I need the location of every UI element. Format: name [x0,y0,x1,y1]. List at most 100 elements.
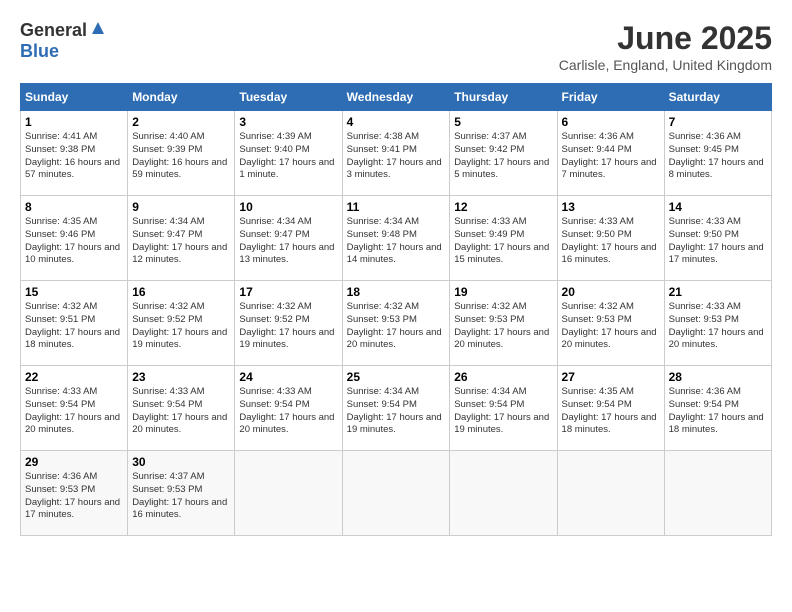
day-number: 27 [562,370,660,384]
day-number: 22 [25,370,123,384]
day-info: Sunrise: 4:33 AMSunset: 9:54 PMDaylight:… [25,386,123,437]
day-number: 28 [669,370,767,384]
day-number: 15 [25,285,123,299]
table-row: 30 Sunrise: 4:37 AMSunset: 9:53 PMDaylig… [128,451,235,536]
table-row: 28 Sunrise: 4:36 AMSunset: 9:54 PMDaylig… [664,366,771,451]
table-row [235,451,342,536]
day-number: 17 [239,285,337,299]
day-info: Sunrise: 4:33 AMSunset: 9:50 PMDaylight:… [669,216,767,267]
day-info: Sunrise: 4:33 AMSunset: 9:50 PMDaylight:… [562,216,660,267]
day-info: Sunrise: 4:33 AMSunset: 9:54 PMDaylight:… [239,386,337,437]
day-info: Sunrise: 4:36 AMSunset: 9:53 PMDaylight:… [25,471,123,522]
day-number: 30 [132,455,230,469]
col-header-friday: Friday [557,84,664,111]
day-info: Sunrise: 4:33 AMSunset: 9:54 PMDaylight:… [132,386,230,437]
day-number: 8 [25,200,123,214]
table-row: 15 Sunrise: 4:32 AMSunset: 9:51 PMDaylig… [21,281,128,366]
col-header-saturday: Saturday [664,84,771,111]
table-row: 6 Sunrise: 4:36 AMSunset: 9:44 PMDayligh… [557,111,664,196]
day-info: Sunrise: 4:36 AMSunset: 9:54 PMDaylight:… [669,386,767,437]
logo: General Blue [20,20,106,62]
day-info: Sunrise: 4:34 AMSunset: 9:47 PMDaylight:… [132,216,230,267]
table-row [450,451,557,536]
day-info: Sunrise: 4:34 AMSunset: 9:54 PMDaylight:… [454,386,552,437]
day-info: Sunrise: 4:32 AMSunset: 9:53 PMDaylight:… [562,301,660,352]
day-number: 24 [239,370,337,384]
day-number: 13 [562,200,660,214]
col-header-thursday: Thursday [450,84,557,111]
table-row: 5 Sunrise: 4:37 AMSunset: 9:42 PMDayligh… [450,111,557,196]
table-row: 25 Sunrise: 4:34 AMSunset: 9:54 PMDaylig… [342,366,450,451]
day-info: Sunrise: 4:36 AMSunset: 9:45 PMDaylight:… [669,131,767,182]
table-row: 16 Sunrise: 4:32 AMSunset: 9:52 PMDaylig… [128,281,235,366]
col-header-wednesday: Wednesday [342,84,450,111]
day-number: 4 [347,115,446,129]
table-row: 12 Sunrise: 4:33 AMSunset: 9:49 PMDaylig… [450,196,557,281]
location: Carlisle, England, United Kingdom [559,57,772,73]
table-row: 10 Sunrise: 4:34 AMSunset: 9:47 PMDaylig… [235,196,342,281]
day-info: Sunrise: 4:34 AMSunset: 9:48 PMDaylight:… [347,216,446,267]
table-row: 17 Sunrise: 4:32 AMSunset: 9:52 PMDaylig… [235,281,342,366]
day-number: 16 [132,285,230,299]
day-info: Sunrise: 4:32 AMSunset: 9:51 PMDaylight:… [25,301,123,352]
day-info: Sunrise: 4:34 AMSunset: 9:54 PMDaylight:… [347,386,446,437]
day-info: Sunrise: 4:38 AMSunset: 9:41 PMDaylight:… [347,131,446,182]
day-number: 10 [239,200,337,214]
day-number: 3 [239,115,337,129]
table-row: 23 Sunrise: 4:33 AMSunset: 9:54 PMDaylig… [128,366,235,451]
table-row: 1 Sunrise: 4:41 AMSunset: 9:38 PMDayligh… [21,111,128,196]
day-info: Sunrise: 4:32 AMSunset: 9:52 PMDaylight:… [239,301,337,352]
day-number: 19 [454,285,552,299]
day-info: Sunrise: 4:36 AMSunset: 9:44 PMDaylight:… [562,131,660,182]
table-row: 27 Sunrise: 4:35 AMSunset: 9:54 PMDaylig… [557,366,664,451]
table-row: 11 Sunrise: 4:34 AMSunset: 9:48 PMDaylig… [342,196,450,281]
table-row: 24 Sunrise: 4:33 AMSunset: 9:54 PMDaylig… [235,366,342,451]
day-number: 1 [25,115,123,129]
day-info: Sunrise: 4:37 AMSunset: 9:53 PMDaylight:… [132,471,230,522]
table-row [557,451,664,536]
day-info: Sunrise: 4:33 AMSunset: 9:53 PMDaylight:… [669,301,767,352]
table-row: 2 Sunrise: 4:40 AMSunset: 9:39 PMDayligh… [128,111,235,196]
col-header-sunday: Sunday [21,84,128,111]
day-number: 25 [347,370,446,384]
day-info: Sunrise: 4:32 AMSunset: 9:52 PMDaylight:… [132,301,230,352]
table-row: 18 Sunrise: 4:32 AMSunset: 9:53 PMDaylig… [342,281,450,366]
day-number: 21 [669,285,767,299]
table-row: 7 Sunrise: 4:36 AMSunset: 9:45 PMDayligh… [664,111,771,196]
day-number: 12 [454,200,552,214]
col-header-monday: Monday [128,84,235,111]
table-row: 21 Sunrise: 4:33 AMSunset: 9:53 PMDaylig… [664,281,771,366]
table-row: 14 Sunrise: 4:33 AMSunset: 9:50 PMDaylig… [664,196,771,281]
table-row: 9 Sunrise: 4:34 AMSunset: 9:47 PMDayligh… [128,196,235,281]
day-number: 26 [454,370,552,384]
day-number: 18 [347,285,446,299]
table-row: 22 Sunrise: 4:33 AMSunset: 9:54 PMDaylig… [21,366,128,451]
day-number: 11 [347,200,446,214]
table-row: 13 Sunrise: 4:33 AMSunset: 9:50 PMDaylig… [557,196,664,281]
day-number: 29 [25,455,123,469]
day-number: 2 [132,115,230,129]
day-number: 6 [562,115,660,129]
day-info: Sunrise: 4:41 AMSunset: 9:38 PMDaylight:… [25,131,123,182]
day-info: Sunrise: 4:32 AMSunset: 9:53 PMDaylight:… [454,301,552,352]
table-row: 29 Sunrise: 4:36 AMSunset: 9:53 PMDaylig… [21,451,128,536]
day-info: Sunrise: 4:39 AMSunset: 9:40 PMDaylight:… [239,131,337,182]
table-row: 8 Sunrise: 4:35 AMSunset: 9:46 PMDayligh… [21,196,128,281]
logo-general: General [20,20,87,41]
title-block: June 2025 Carlisle, England, United King… [559,20,772,73]
day-info: Sunrise: 4:37 AMSunset: 9:42 PMDaylight:… [454,131,552,182]
day-number: 23 [132,370,230,384]
day-number: 20 [562,285,660,299]
day-number: 5 [454,115,552,129]
logo-blue: Blue [20,41,59,61]
table-row: 19 Sunrise: 4:32 AMSunset: 9:53 PMDaylig… [450,281,557,366]
day-number: 9 [132,200,230,214]
day-number: 14 [669,200,767,214]
table-row: 3 Sunrise: 4:39 AMSunset: 9:40 PMDayligh… [235,111,342,196]
logo-icon [90,20,106,41]
table-row: 20 Sunrise: 4:32 AMSunset: 9:53 PMDaylig… [557,281,664,366]
day-info: Sunrise: 4:32 AMSunset: 9:53 PMDaylight:… [347,301,446,352]
col-header-tuesday: Tuesday [235,84,342,111]
table-row: 26 Sunrise: 4:34 AMSunset: 9:54 PMDaylig… [450,366,557,451]
day-number: 7 [669,115,767,129]
